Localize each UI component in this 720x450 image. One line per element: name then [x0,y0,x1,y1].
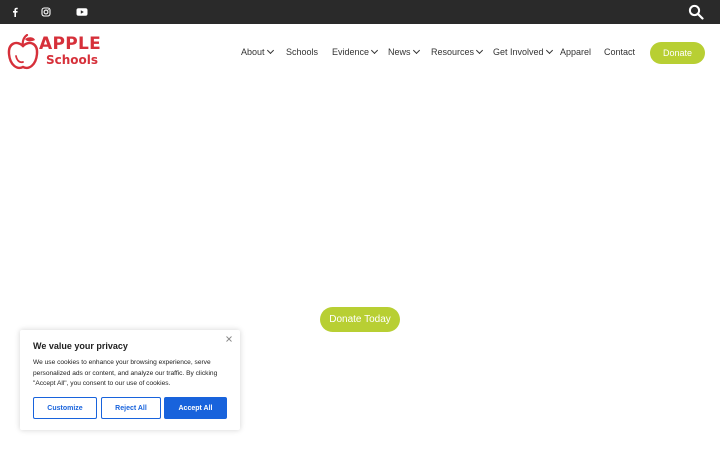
donate-today-button[interactable]: Donate Today [320,307,400,332]
youtube-icon[interactable] [74,4,90,20]
nav-about[interactable]: About [241,46,274,58]
nav-evidence-label: Evidence [332,47,370,57]
chevron-down-icon [370,46,379,55]
nav-news[interactable]: News [388,46,420,58]
cookie-title: We value your privacy [33,341,128,351]
nav-about-label: About [241,47,265,57]
nav-news-label: News [388,47,411,57]
nav-contact[interactable]: Contact [604,46,635,58]
search-icon[interactable] [688,4,704,20]
reject-all-button[interactable]: Reject All [101,397,161,419]
apple-schools-logo[interactable]: APPLE Schools [6,34,102,72]
cookie-description: We use cookies to enhance your browsing … [33,359,218,387]
cookie-consent-banner: We value your privacy We use cookies to … [20,330,240,430]
nav-evidence[interactable]: Evidence [332,46,379,58]
nav-schools[interactable]: Schools [286,46,318,58]
instagram-icon[interactable] [38,4,54,20]
chevron-down-icon [545,46,553,55]
nav-apparel-label: Apparel [560,47,592,57]
site-header: APPLE Schools About Schools Evidence New… [0,24,720,82]
close-icon[interactable] [226,336,232,342]
chevron-down-icon [475,46,484,55]
nav-resources-label: Resources [431,47,475,57]
accept-all-button[interactable]: Accept All [164,397,227,419]
nav-resources[interactable]: Resources [431,46,484,58]
logo-title: APPLE [39,34,102,54]
chevron-down-icon [412,46,420,55]
chevron-down-icon [266,46,274,55]
donate-button[interactable]: Donate [650,42,705,64]
nav-contact-label: Contact [604,47,636,57]
top-bar [0,0,720,24]
nav-apparel[interactable]: Apparel [560,46,591,58]
facebook-icon[interactable] [7,4,23,20]
customize-button[interactable]: Customize [33,397,97,419]
nav-get-involved-label: Get Involved [493,47,544,57]
nav-get-involved[interactable]: Get Involved [493,46,553,58]
apple-logo-icon [7,34,39,69]
logo-subtitle: Schools [46,53,99,67]
nav-schools-label: Schools [286,47,319,57]
